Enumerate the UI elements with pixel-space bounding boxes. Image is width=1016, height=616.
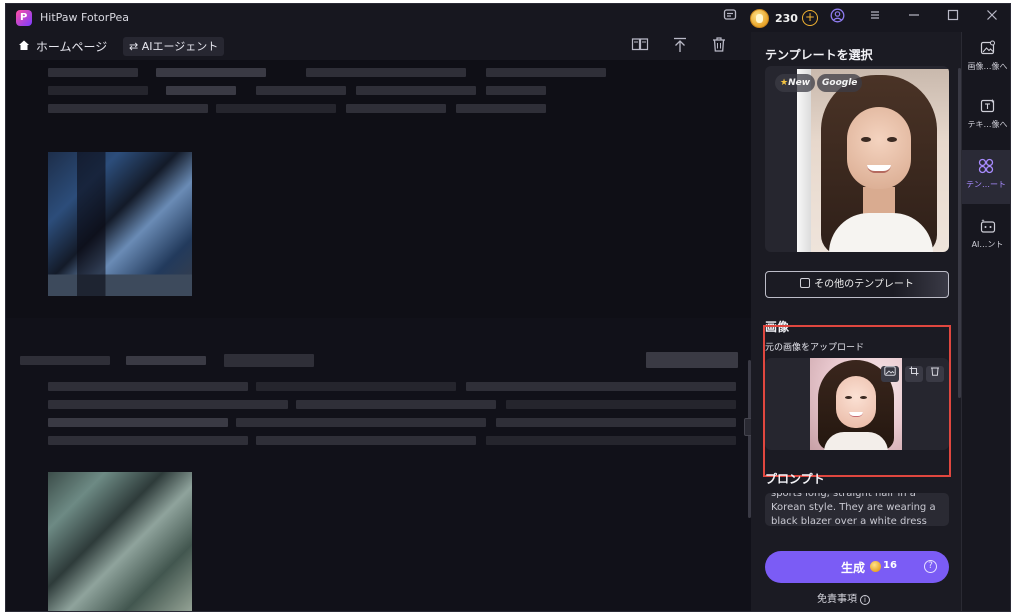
template-portrait-image <box>811 69 949 252</box>
prompt-text: sports long, straight hair in a Korean s… <box>771 493 936 526</box>
coin-icon <box>750 9 769 28</box>
menu-icon[interactable] <box>864 8 886 28</box>
rail-item-image-to-image[interactable]: 画像…像へ <box>962 32 1010 86</box>
rail-item-templates[interactable]: テン…ート <box>962 150 1010 204</box>
template-gallery-icon <box>800 278 811 288</box>
message-image-1[interactable] <box>48 152 192 296</box>
generate-cost: 16 <box>883 560 897 571</box>
star-icon: ★ <box>780 78 789 88</box>
message-image-2[interactable] <box>48 472 192 611</box>
text-to-image-icon <box>979 98 997 116</box>
coin-icon <box>870 561 881 572</box>
ai-agent-button[interactable]: ⇄ AIエージェント <box>123 37 225 56</box>
trash-icon[interactable] <box>709 37 729 55</box>
app-title: HitPaw FotorPea <box>40 11 129 24</box>
google-badge: Google <box>817 74 863 92</box>
credits-widget[interactable]: 230 + <box>750 9 820 28</box>
template-icon <box>977 158 995 176</box>
info-icon: i <box>860 595 870 605</box>
panel-collapse-handle[interactable] <box>744 418 751 436</box>
ai-agent-icon <box>979 218 997 236</box>
rail-item-ai-agent[interactable]: AI…ント <box>962 210 1010 264</box>
template-panel: テンプレートを選択 ★New Google その他のテンプレート 画像 元の画像… <box>751 32 961 611</box>
message-block-1 <box>6 60 751 318</box>
conversation-area[interactable] <box>6 60 751 611</box>
title-bar: P HitPaw FotorPea 230 + <box>6 4 1010 32</box>
home-icon <box>18 39 32 54</box>
rail-item-text-to-image[interactable]: テキ…像へ <box>962 90 1010 144</box>
generate-button[interactable]: 生成 16 ? <box>765 551 949 583</box>
image-section-highlight <box>763 325 951 477</box>
image-icon <box>979 40 997 58</box>
app-logo-icon: P <box>16 10 32 26</box>
message-block-2 <box>6 318 751 611</box>
conversation-toolbar: ホームページ ⇄ AIエージェント <box>6 32 751 60</box>
close-icon[interactable] <box>981 8 1003 28</box>
maximize-icon[interactable] <box>942 8 964 28</box>
prompt-section-title: プロンプト <box>765 472 825 486</box>
user-icon[interactable] <box>826 8 848 28</box>
template-section-title: テンプレートを選択 <box>765 48 873 62</box>
book-icon[interactable] <box>630 37 650 55</box>
tool-rail: 画像…像へ テキ…像へ テン…ート AI…ント <box>961 32 1010 611</box>
add-credits-icon[interactable]: + <box>802 10 818 26</box>
generate-label: 生成 <box>841 561 866 575</box>
help-icon[interactable]: ? <box>924 560 937 573</box>
minimize-icon[interactable] <box>903 8 925 28</box>
chat-icon[interactable] <box>719 8 741 28</box>
more-templates-button[interactable]: その他のテンプレート <box>765 271 949 298</box>
home-link[interactable]: ホームページ <box>18 38 107 54</box>
disclaimer-link[interactable]: 免責事項 i <box>817 590 870 605</box>
home-label: ホームページ <box>35 40 108 54</box>
template-preview-card[interactable]: ★New Google <box>765 66 949 252</box>
app-window: P HitPaw FotorPea 230 + ホームページ ⇄ AIエージェン… <box>5 3 1011 612</box>
credit-count: 230 <box>775 12 798 25</box>
prompt-textarea[interactable]: sports long, straight hair in a Korean s… <box>765 493 949 526</box>
upload-icon[interactable] <box>670 37 690 55</box>
new-badge: ★New <box>775 74 816 92</box>
